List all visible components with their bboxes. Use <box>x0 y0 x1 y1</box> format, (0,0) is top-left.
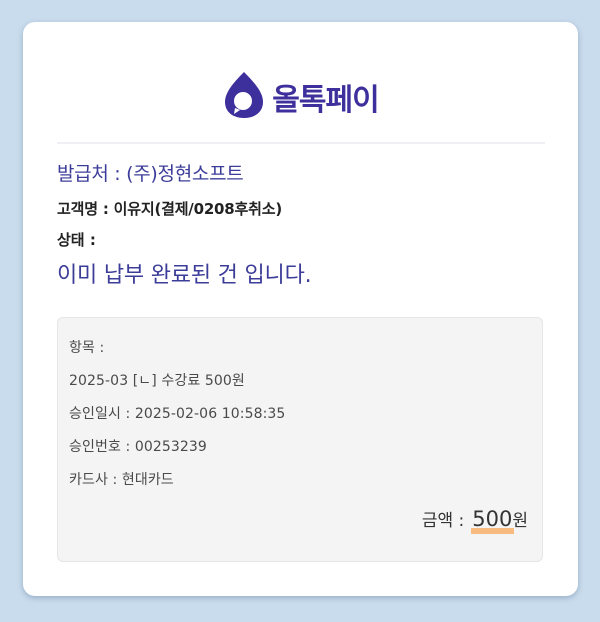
item-value: 2025-03 [ㄴ] 수강료 500원 <box>69 373 245 389</box>
amount-label: 금액 : <box>421 511 465 531</box>
amount-value: 500 <box>471 507 515 534</box>
brand-logo: 올톡페이 <box>23 66 578 124</box>
header-divider <box>57 142 545 144</box>
customer-name-text: 고객명 : 이유지(결제/0208후취소) <box>57 200 282 218</box>
amount-row: 금액 : 500 원 <box>421 506 528 534</box>
payment-details-box: 항목 : 2025-03 [ㄴ] 수강료 500원 승인일시 : 2025-02… <box>57 317 543 562</box>
item-label: 항목 : <box>69 340 105 356</box>
drop-logo-icon <box>225 72 264 118</box>
status-message: 이미 납부 완료된 건 입니다. <box>57 263 312 288</box>
card-company: 카드사 : 현대카드 <box>69 472 174 488</box>
status-label: 상태 : <box>57 231 96 249</box>
amount-unit: 원 <box>512 511 528 531</box>
brand-name: 올톡페이 <box>272 83 379 118</box>
receipt-card: 올톡페이 발급처 : (주)정현소프트 고객명 : 이유지(결제/0208후취소… <box>23 22 578 596</box>
approval-number: 승인번호 : 00253239 <box>69 439 207 455</box>
issuer-text: 발급처 : (주)정현소프트 <box>57 163 244 185</box>
approval-datetime: 승인일시 : 2025-02-06 10:58:35 <box>69 406 286 422</box>
